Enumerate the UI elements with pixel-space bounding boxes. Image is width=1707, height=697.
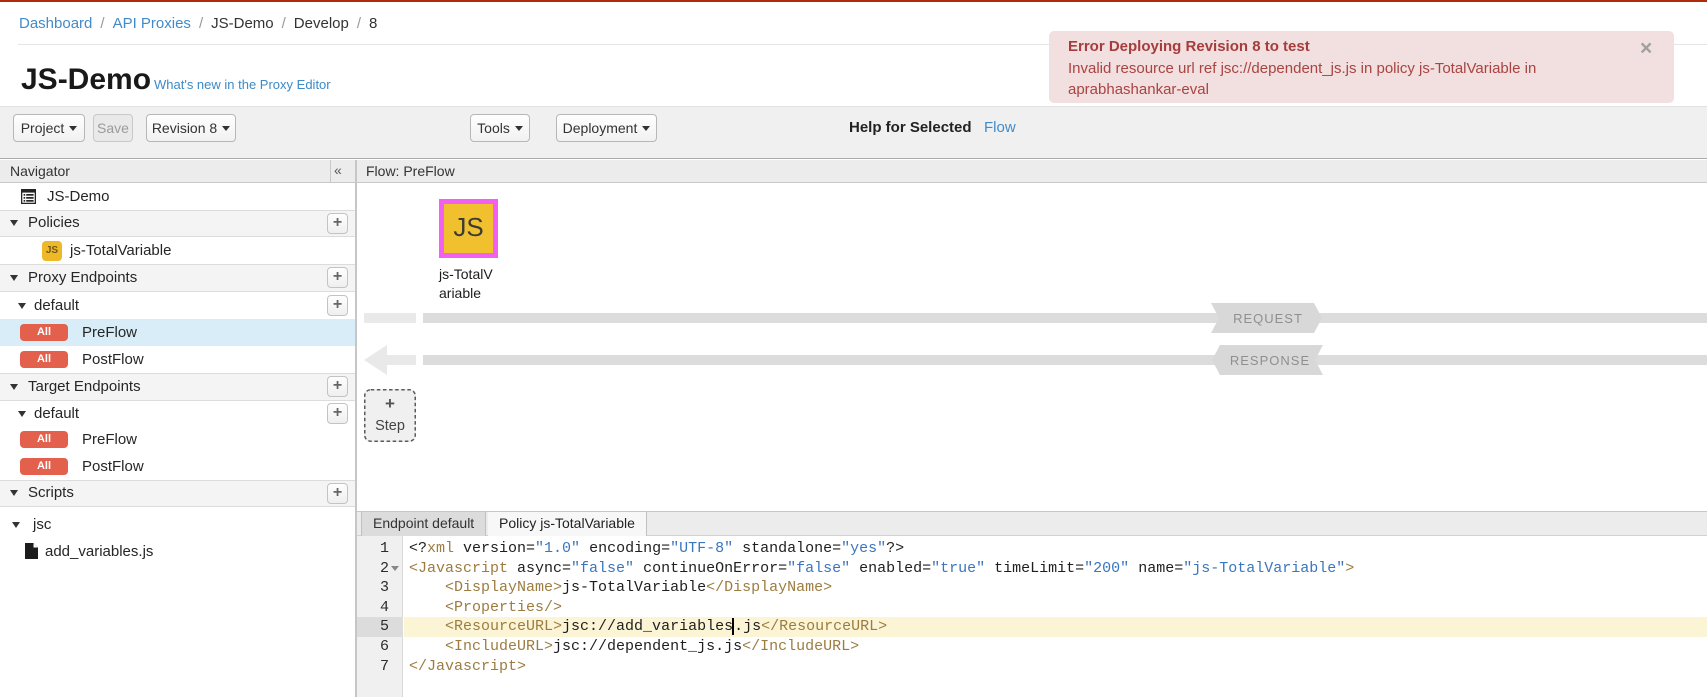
svg-text:RESPONSE: RESPONSE bbox=[1230, 353, 1310, 368]
svg-text:REQUEST: REQUEST bbox=[1233, 311, 1303, 326]
